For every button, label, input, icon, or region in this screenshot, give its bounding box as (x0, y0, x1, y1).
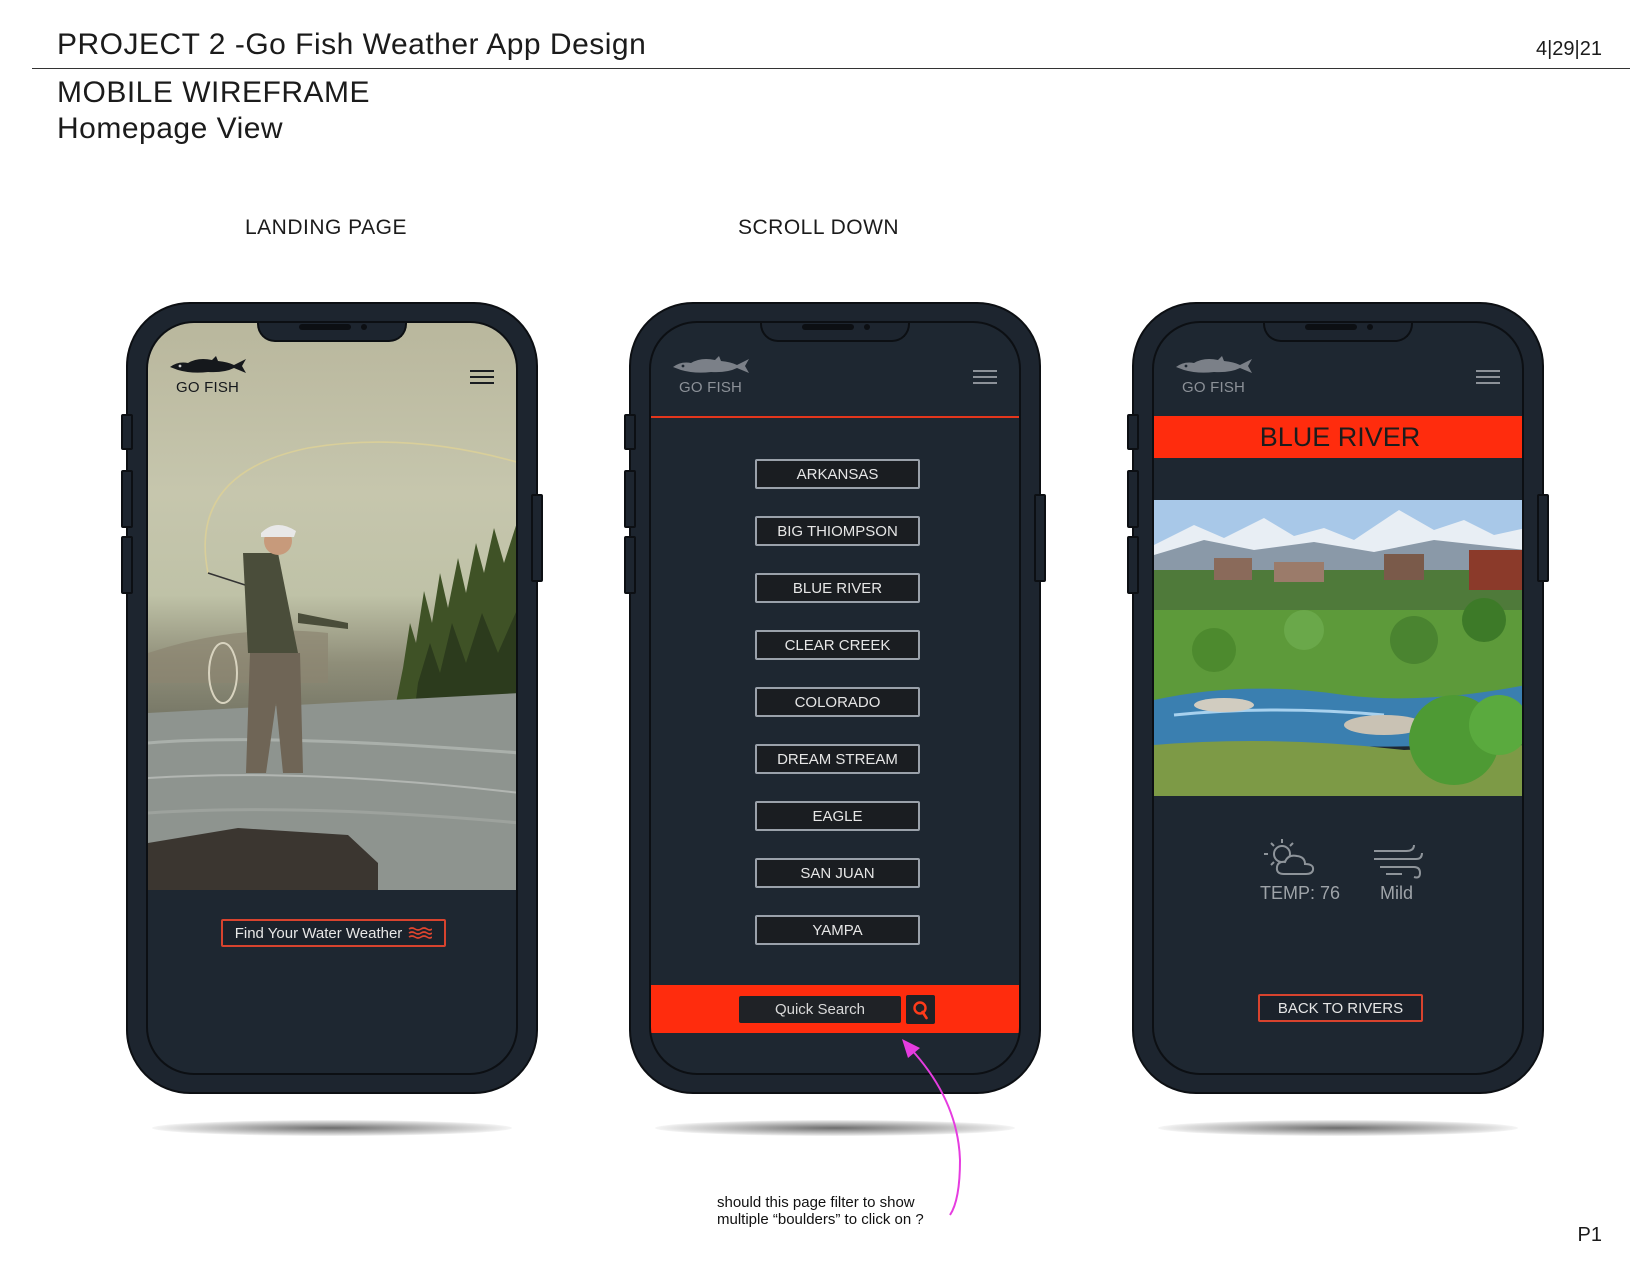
phone-side-button (624, 470, 636, 528)
back-to-rivers-button[interactable]: BACK TO RIVERS (1258, 994, 1423, 1022)
river-title: BLUE RIVER (1259, 421, 1421, 452)
river-button-blue-river[interactable]: BLUE RIVER (755, 573, 920, 603)
logo-text: GO FISH (679, 379, 743, 396)
water-waves-icon (408, 927, 433, 939)
phone-shadow (1158, 1120, 1518, 1136)
phone-river-list: GO FISH ARKANSAS BIG THIOMPSON BLUE RIVE… (624, 302, 1046, 1094)
fish-logo-icon (673, 356, 749, 373)
phone-side-button (1127, 536, 1139, 594)
go-fish-logo[interactable]: GO FISH (1174, 353, 1254, 399)
fish-logo-icon (170, 356, 246, 373)
phone-side-button (121, 414, 133, 450)
annotation-arrow (902, 1039, 962, 1216)
phone-side-button (1034, 494, 1046, 582)
phone-side-button (1127, 470, 1139, 528)
document-view-name: Homepage View (57, 112, 284, 145)
quick-search-input[interactable]: Quick Search (739, 996, 901, 1023)
cta-label: Find Your Water Weather (234, 924, 403, 942)
landing-screen: GO FISH Find Your Water Weather (146, 321, 518, 1075)
search-icon (912, 1000, 928, 1019)
partly-cloudy-icon (1264, 839, 1315, 875)
river-button-dream-stream[interactable]: DREAM STREAM (755, 744, 920, 774)
temperature-label: TEMP: 76 (1260, 883, 1341, 903)
hamburger-menu-icon[interactable] (470, 370, 494, 384)
river-landscape-photo (1154, 500, 1522, 796)
phone-side-button (121, 470, 133, 528)
caption-scroll-down: SCROLL DOWN (738, 216, 900, 239)
phone-side-button (624, 536, 636, 594)
hamburger-menu-icon[interactable] (1476, 370, 1500, 384)
document-date: 4|29|21 (1535, 38, 1602, 60)
phone-notch (257, 323, 407, 342)
river-button-eagle[interactable]: EAGLE (755, 801, 920, 831)
river-list-screen: GO FISH ARKANSAS BIG THIOMPSON BLUE RIVE… (649, 321, 1021, 1075)
hamburger-menu-icon[interactable] (973, 370, 997, 384)
go-fish-logo[interactable]: GO FISH (168, 353, 248, 399)
document-subtitle: MOBILE WIREFRAME (57, 76, 371, 109)
header-divider (32, 68, 1630, 69)
quick-search-bar: Quick Search (651, 985, 1019, 1033)
logo-text: GO FISH (1182, 379, 1246, 396)
caption-landing-page: LANDING PAGE (245, 216, 407, 239)
phone-side-button (1127, 414, 1139, 450)
phone-landing: GO FISH Find Your Water Weather (121, 302, 543, 1094)
phone-river-detail: GO FISH BLUE RIVER TEMP: 76 Mild BACK TO… (1127, 302, 1549, 1094)
phone-side-button (531, 494, 543, 582)
phone-side-button (1537, 494, 1549, 582)
wind-condition-label: Mild (1380, 883, 1414, 903)
phone-side-button (121, 536, 133, 594)
annotation-line: multiple “boulders” to click on ? (717, 1211, 924, 1228)
fish-logo-icon (1176, 356, 1252, 373)
design-annotation-note: should this page filter to show multiple… (717, 1194, 924, 1228)
page-number: P1 (1577, 1224, 1602, 1246)
river-button-san-juan[interactable]: SAN JUAN (755, 858, 920, 888)
river-button-arkansas[interactable]: ARKANSAS (755, 459, 920, 489)
river-button-colorado[interactable]: COLORADO (755, 687, 920, 717)
search-button[interactable] (906, 995, 935, 1024)
hero-fishing-photo (148, 323, 516, 890)
annotation-line: should this page filter to show (717, 1194, 915, 1211)
phone-notch (1263, 323, 1413, 342)
river-button-big-thompson[interactable]: BIG THIOMPSON (755, 516, 920, 546)
river-title-banner: BLUE RIVER (1154, 416, 1522, 458)
phone-shadow (152, 1120, 512, 1136)
wind-icon (1374, 844, 1423, 879)
river-button-yampa[interactable]: YAMPA (755, 915, 920, 945)
phone-side-button (624, 414, 636, 450)
header-divider-line (651, 416, 1019, 418)
find-water-weather-button[interactable]: Find Your Water Weather (221, 919, 446, 947)
river-detail-screen: GO FISH BLUE RIVER TEMP: 76 Mild BACK TO… (1152, 321, 1524, 1075)
phone-notch (760, 323, 910, 342)
river-button-clear-creek[interactable]: CLEAR CREEK (755, 630, 920, 660)
document-title: PROJECT 2 -Go Fish Weather App Design (57, 28, 647, 61)
go-fish-logo[interactable]: GO FISH (671, 353, 751, 399)
logo-text: GO FISH (176, 379, 240, 396)
